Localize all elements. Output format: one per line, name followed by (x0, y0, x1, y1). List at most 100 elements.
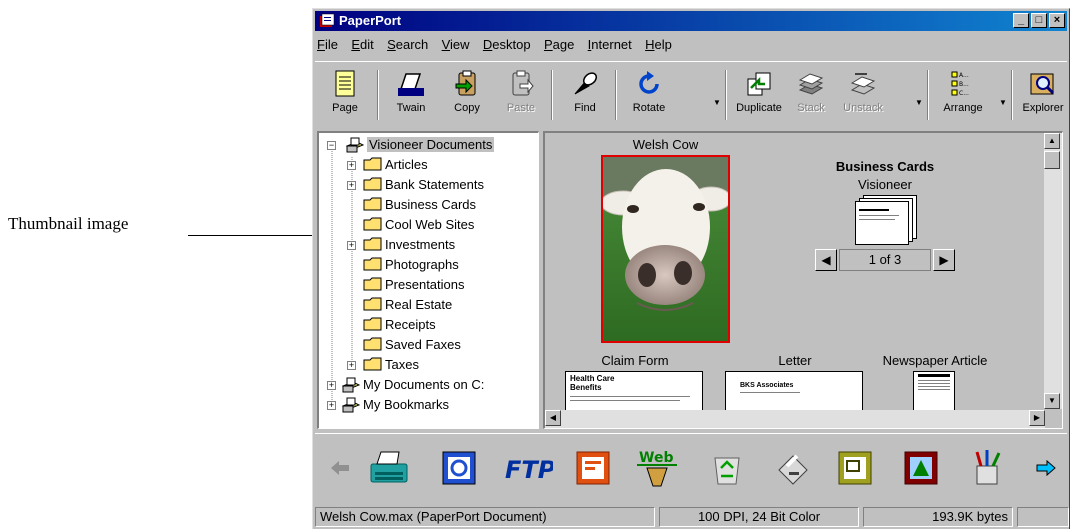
folder-icon (363, 257, 382, 271)
next-page-button[interactable]: ▶ (933, 249, 955, 271)
arrange-dropdown-arrow[interactable]: ▼ (999, 98, 1007, 107)
copy-button[interactable]: Copy (441, 68, 493, 126)
unstack-icon (850, 73, 876, 95)
menu-bar: File Edit Search View Desktop Page Inter… (317, 37, 682, 57)
page-indicator: 1 of 3 (839, 249, 931, 271)
card-reader-link[interactable] (835, 448, 875, 488)
copy-icon (455, 70, 476, 96)
scroll-up-button[interactable]: ▲ (1044, 133, 1060, 149)
expand-toggle[interactable]: + (347, 241, 356, 250)
expand-toggle[interactable]: + (347, 161, 356, 170)
ftp-icon: FTP (505, 456, 556, 484)
printer-link[interactable] (773, 448, 813, 488)
menu-desktop[interactable]: Desktop (483, 37, 531, 52)
find-button[interactable]: Find (559, 68, 611, 126)
presentation-link[interactable] (573, 448, 613, 488)
drawing-tools-link[interactable] (967, 448, 1007, 488)
photo-editor-link[interactable] (901, 448, 941, 488)
duplicate-button[interactable]: Duplicate (733, 68, 785, 126)
close-button[interactable]: × (1049, 13, 1065, 28)
presentation-icon (576, 451, 610, 485)
menu-edit[interactable]: Edit (351, 37, 373, 52)
ftp-link[interactable]: FTP (503, 448, 556, 488)
explorer-button[interactable]: Explorer (1017, 68, 1069, 126)
scroll-left-button[interactable]: ◀ (545, 410, 561, 426)
scroll-right-button[interactable]: ▶ (1029, 410, 1045, 426)
link-bar-scroll-right[interactable] (1031, 448, 1061, 488)
expand-toggle[interactable]: + (347, 361, 356, 370)
tree-label: Taxes (385, 357, 419, 372)
vertical-scrollbar[interactable]: ▲ ▼ (1044, 133, 1062, 409)
unstack-button[interactable]: Unstack (837, 68, 889, 126)
callout-label: Thumbnail image (8, 214, 129, 233)
expand-toggle[interactable]: + (327, 381, 336, 390)
business-cards-stack[interactable] (855, 195, 919, 245)
unstack-dropdown-arrow[interactable]: ▼ (915, 98, 923, 107)
resize-grip[interactable] (1017, 507, 1069, 527)
toolbar-separator (377, 70, 379, 120)
page-button[interactable]: Page (319, 68, 371, 126)
page-label: Page (332, 102, 358, 114)
tree-label: Investments (385, 237, 456, 252)
letter-heading: BKS Associates (740, 382, 794, 389)
paperport-app-icon (320, 13, 335, 27)
folder-tree: − Visioneer Documents + Articles + Bank … (317, 131, 539, 429)
pencil-cup-icon (975, 450, 1001, 485)
collapse-toggle[interactable]: − (327, 141, 336, 150)
newspaper-article-title: Newspaper Article (882, 353, 988, 368)
expand-toggle[interactable]: + (327, 401, 336, 410)
newspaper-article-thumbnail[interactable] (913, 371, 955, 411)
menu-page[interactable]: Page (544, 37, 574, 52)
menu-help[interactable]: Help (645, 37, 672, 52)
scroll-down-button[interactable]: ▼ (1044, 393, 1060, 409)
arrange-button[interactable]: A... B... C... Arrange (937, 68, 989, 126)
rotate-icon (639, 71, 659, 94)
duplicate-label: Duplicate (736, 102, 782, 114)
menu-internet[interactable]: Internet (588, 37, 632, 52)
minimize-button[interactable]: _ (1013, 13, 1029, 28)
folder-icon (363, 337, 382, 351)
fax-machine-icon (370, 451, 408, 483)
tree-label: Saved Faxes (385, 337, 461, 352)
tree-label: Business Cards (385, 197, 477, 212)
tree-label: Articles (385, 157, 428, 172)
paste-button[interactable]: Paste (495, 68, 547, 126)
vertical-scroll-thumb[interactable] (1044, 151, 1060, 169)
rotate-dropdown-arrow[interactable]: ▼ (713, 98, 721, 107)
web-link[interactable]: Web (635, 448, 679, 488)
stack-label: Stack (797, 102, 825, 114)
app-link[interactable] (439, 448, 479, 488)
toolbar-separator (551, 70, 553, 120)
maximize-button[interactable]: □ (1031, 13, 1047, 28)
menu-view[interactable]: View (442, 37, 470, 52)
stack-button[interactable]: Stack (785, 68, 837, 126)
welsh-cow-thumbnail[interactable] (601, 155, 730, 343)
arrange-icon: A... B... C... (951, 71, 969, 97)
menu-file[interactable]: File (317, 37, 338, 52)
toolbar: Page Twain Copy Paste Find Rotate ▼ Dupl… (315, 61, 1067, 129)
copy-label: Copy (454, 102, 480, 114)
rotate-button[interactable]: Rotate (623, 68, 675, 126)
claim-form-thumbnail[interactable]: Health Care Benefits (565, 371, 703, 411)
page-icon (335, 70, 355, 97)
document-cabinet-icon (345, 137, 365, 153)
title-bar[interactable]: PaperPort _ □ × (315, 11, 1067, 31)
link-bar-scroll-left[interactable] (325, 448, 365, 488)
recycle-bin-link[interactable] (707, 448, 747, 488)
horizontal-scrollbar[interactable]: ◀ ▶ (545, 410, 1045, 428)
paste-label: Paste (506, 102, 536, 114)
claim-form-subheading: Benefits (570, 383, 602, 392)
expand-toggle[interactable]: + (347, 181, 356, 190)
letter-title: Letter (778, 353, 812, 368)
svg-text:A...: A... (959, 72, 969, 79)
status-size: 193.9K bytes (863, 507, 1013, 527)
letter-thumbnail[interactable]: BKS Associates (725, 371, 863, 411)
desktop-view: Welsh Cow Business Cards Visioneer ◀ 1 o… (543, 131, 1063, 429)
menu-search[interactable]: Search (387, 37, 428, 52)
fax-link[interactable] (367, 448, 408, 488)
previous-page-button[interactable]: ◀ (815, 249, 837, 271)
tree-label: Presentations (385, 277, 465, 292)
twain-button[interactable]: Twain (385, 68, 437, 126)
stack-title: Business Cards (835, 159, 935, 174)
app-icon (442, 451, 476, 485)
